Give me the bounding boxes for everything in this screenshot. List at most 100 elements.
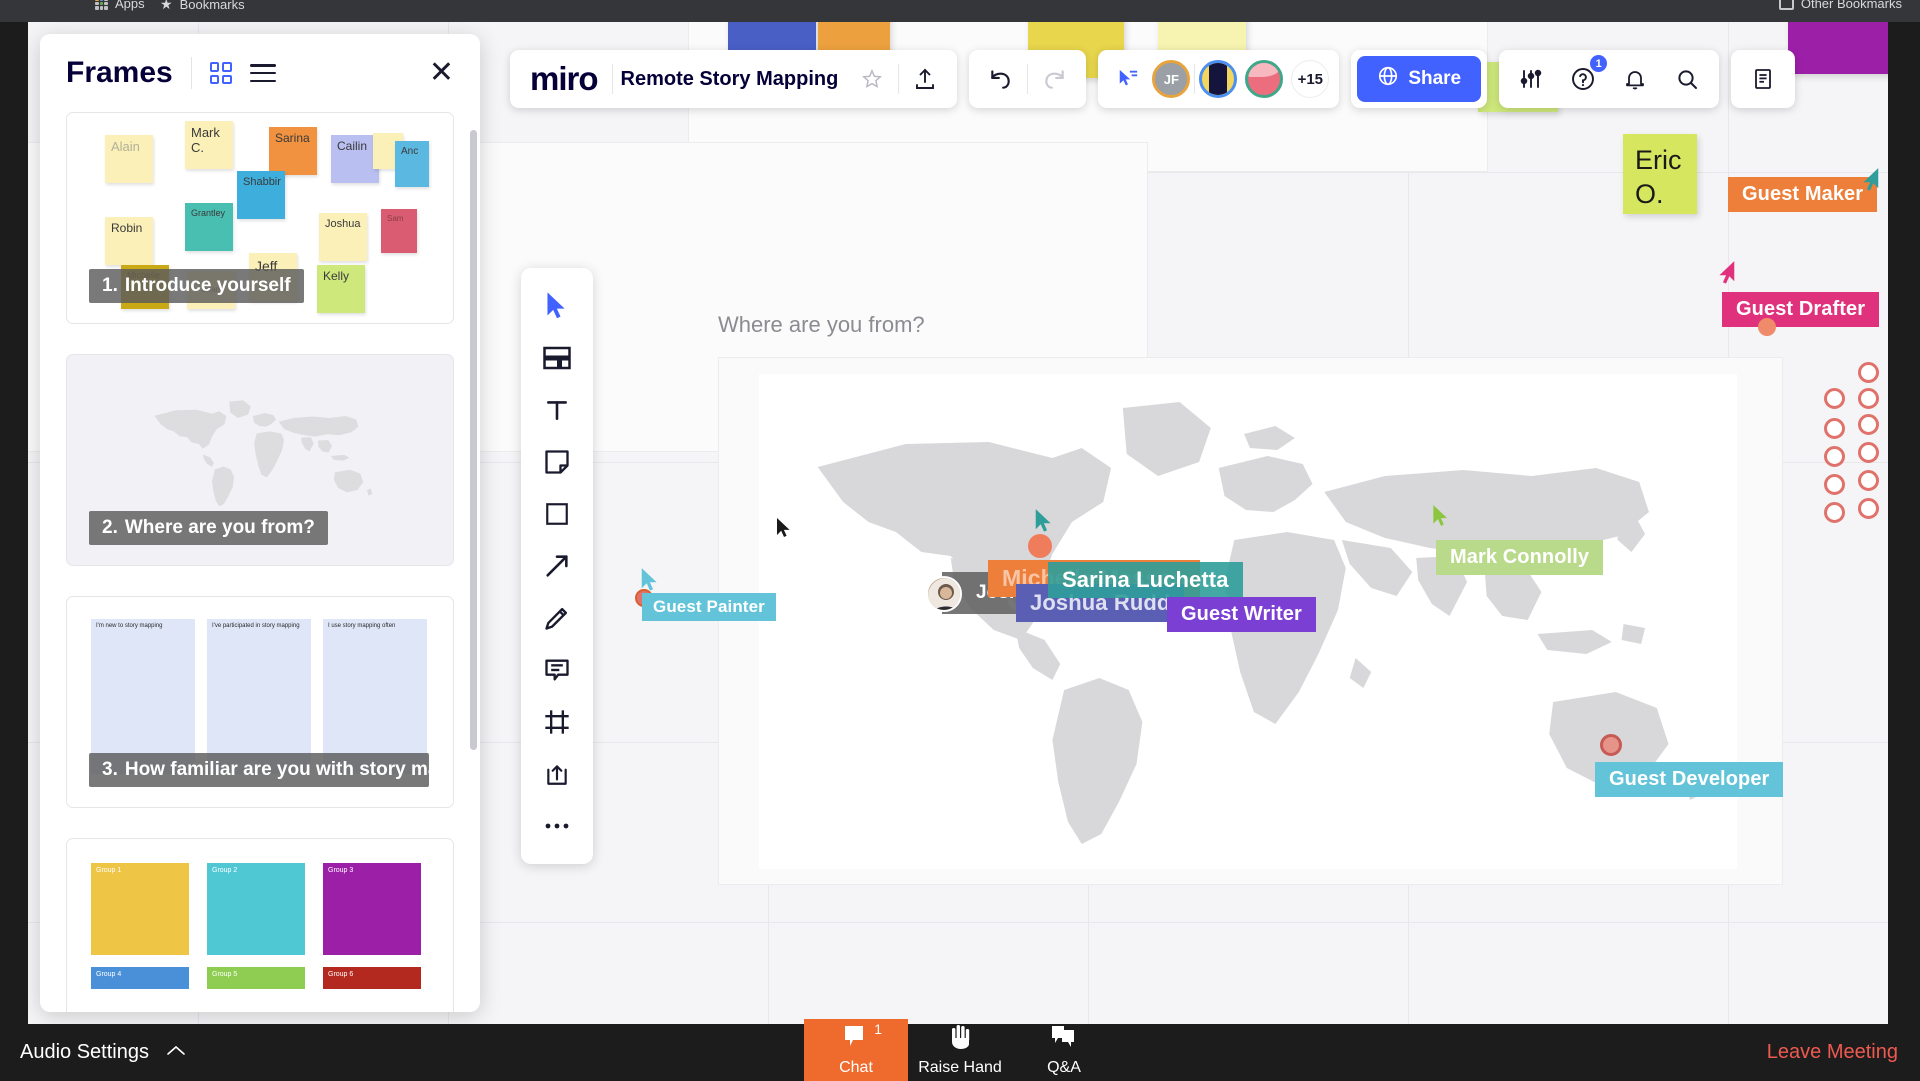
collaborator-label: Guest Developer — [1595, 762, 1783, 797]
thumb-column: I've participated in story mapping — [207, 619, 311, 774]
upload-icon[interactable] — [899, 53, 951, 105]
raise-hand-button[interactable]: Raise Hand — [908, 1019, 1012, 1081]
qa-button[interactable]: Q&A — [1012, 1019, 1116, 1081]
raise-hand-label: Raise Hand — [918, 1059, 1002, 1077]
share-label: Share — [1408, 68, 1461, 90]
text-tool[interactable] — [521, 384, 593, 436]
cursor-dot — [1758, 318, 1776, 336]
thumb-sticky: Sam — [381, 209, 417, 253]
sliders-icon[interactable] — [1505, 53, 1557, 105]
chat-icon: 1 — [841, 1024, 871, 1055]
bookmarks-shortcut[interactable]: ★ Bookmarks — [160, 0, 245, 13]
qa-icon — [1049, 1024, 1079, 1055]
miro-app-window: Jeff EricO. Where are you from? — [28, 22, 1888, 1024]
help-badge: 1 — [1590, 55, 1607, 72]
frames-panel-title: Frames — [66, 56, 173, 90]
leave-meeting-button[interactable]: Leave Meeting — [1767, 1024, 1898, 1081]
qa-label: Q&A — [1047, 1059, 1081, 1077]
frame-card-2[interactable]: 2.Where are you from? — [66, 354, 454, 566]
templates-tool[interactable] — [521, 332, 593, 384]
share-button[interactable]: Share — [1357, 56, 1481, 102]
pen-tool[interactable] — [521, 592, 593, 644]
meeting-center-buttons: 1 Chat Raise Hand — [804, 1019, 1116, 1081]
bookmarks-label: Bookmarks — [180, 0, 245, 12]
avatar-jf[interactable]: JF — [1152, 60, 1190, 98]
star-icon[interactable] — [846, 53, 898, 105]
canvas-question-label: Where are you from? — [718, 312, 925, 338]
collaborator-avatar — [926, 576, 962, 612]
frame-card-3[interactable]: I'm new to story mapping I've participat… — [66, 596, 454, 808]
thumb-group: Group 5 — [207, 967, 305, 989]
canvas-sticky-note-eric[interactable]: EricO. — [1623, 134, 1697, 214]
thumb-group: Group 4 — [91, 967, 189, 989]
comment-tool[interactable] — [521, 644, 593, 696]
avatar-collaborator-2[interactable] — [1199, 60, 1237, 98]
bell-icon[interactable] — [1609, 53, 1661, 105]
thumb-sticky: Kelly — [317, 265, 365, 313]
undo-icon[interactable] — [975, 53, 1027, 105]
board-title[interactable]: Remote Story Mapping — [613, 68, 847, 91]
utility-group: 1 — [1499, 50, 1719, 108]
chat-badge: 1 — [874, 1021, 882, 1037]
upload-tool[interactable] — [521, 748, 593, 800]
frame-tool[interactable] — [521, 696, 593, 748]
cursor-dot — [1600, 734, 1622, 756]
audio-settings-button[interactable]: Audio Settings — [20, 1024, 187, 1081]
frames-list[interactable]: Alain MarkC. Sarina Cailin Anc Shabbir G… — [40, 112, 480, 1012]
help-icon[interactable]: 1 — [1557, 53, 1609, 105]
thumb-column: I'm new to story mapping — [91, 619, 195, 774]
undo-redo-group — [969, 50, 1086, 108]
apps-label: Apps — [115, 0, 145, 11]
arrow-tool[interactable] — [521, 540, 593, 592]
more-tools[interactable] — [521, 800, 593, 852]
collaborator-label: Guest Drafter — [1722, 292, 1879, 327]
collaborator-label: Guest Writer — [1167, 597, 1316, 632]
collaborator-label: Mark Connolly — [1436, 540, 1603, 575]
thumb-sticky: Joshua — [319, 213, 367, 261]
notes-group — [1731, 50, 1795, 108]
thumb-sticky: Shabbir — [237, 171, 285, 219]
follow-cursor-icon[interactable] — [1108, 53, 1148, 105]
audio-settings-label: Audio Settings — [20, 1041, 149, 1064]
chat-label: Chat — [839, 1059, 873, 1077]
collaborator-label: Sarina Luchetta — [1048, 562, 1243, 598]
frames-panel-scrollbar[interactable] — [465, 120, 477, 1002]
chat-button[interactable]: 1 Chat — [804, 1019, 908, 1081]
close-icon[interactable]: ✕ — [429, 58, 454, 88]
thumb-sticky: Alain — [105, 135, 153, 183]
canvas-sticky-note[interactable] — [1788, 22, 1888, 74]
avatar-collaborator-3[interactable] — [1245, 60, 1283, 98]
select-tool[interactable] — [521, 280, 593, 332]
chevron-up-icon[interactable] — [165, 1041, 187, 1064]
search-icon[interactable] — [1661, 53, 1713, 105]
other-bookmarks-button[interactable]: Other Bookmarks — [1779, 0, 1902, 11]
avatar-overflow-count[interactable]: +15 — [1291, 60, 1329, 98]
thumb-column: I use story mapping often — [323, 619, 427, 774]
shape-tool[interactable] — [521, 488, 593, 540]
thumb-sticky: MarkC. — [185, 121, 233, 169]
frame-card-4[interactable]: Group 1 Group 2 Group 3 Group 4 Group 5 … — [66, 838, 454, 1012]
miro-logo[interactable]: miro — [516, 60, 612, 98]
apps-shortcut[interactable]: Apps — [95, 0, 145, 11]
mouse-pointer-icon — [776, 517, 792, 544]
thumb-group: Group 3 — [323, 863, 421, 955]
thumb-sticky: Anc — [395, 141, 429, 187]
sticky-note-tool[interactable] — [521, 436, 593, 488]
redo-icon[interactable] — [1028, 53, 1080, 105]
thumb-sticky: Cailin — [331, 135, 379, 183]
creation-toolbar — [521, 268, 593, 864]
folder-icon — [1779, 0, 1794, 10]
frames-panel: Frames ✕ Alain MarkC. Sarina Cailin Anc … — [40, 34, 480, 1012]
globe-icon — [1377, 65, 1399, 93]
frame-card-1[interactable]: Alain MarkC. Sarina Cailin Anc Shabbir G… — [66, 112, 454, 324]
thumb-group: Group 1 — [91, 863, 189, 955]
other-bookmarks-label: Other Bookmarks — [1801, 0, 1902, 11]
frame-label: 3.How familiar are you with story mappin… — [89, 753, 429, 787]
star-icon: ★ — [160, 0, 173, 13]
document-icon[interactable] — [1737, 53, 1789, 105]
cursor-dot — [1028, 534, 1052, 558]
thumb-sticky: Robin — [105, 217, 153, 265]
list-view-icon[interactable] — [250, 64, 276, 82]
thumb-group: Group 2 — [207, 863, 305, 955]
grid-view-icon[interactable] — [210, 62, 232, 84]
